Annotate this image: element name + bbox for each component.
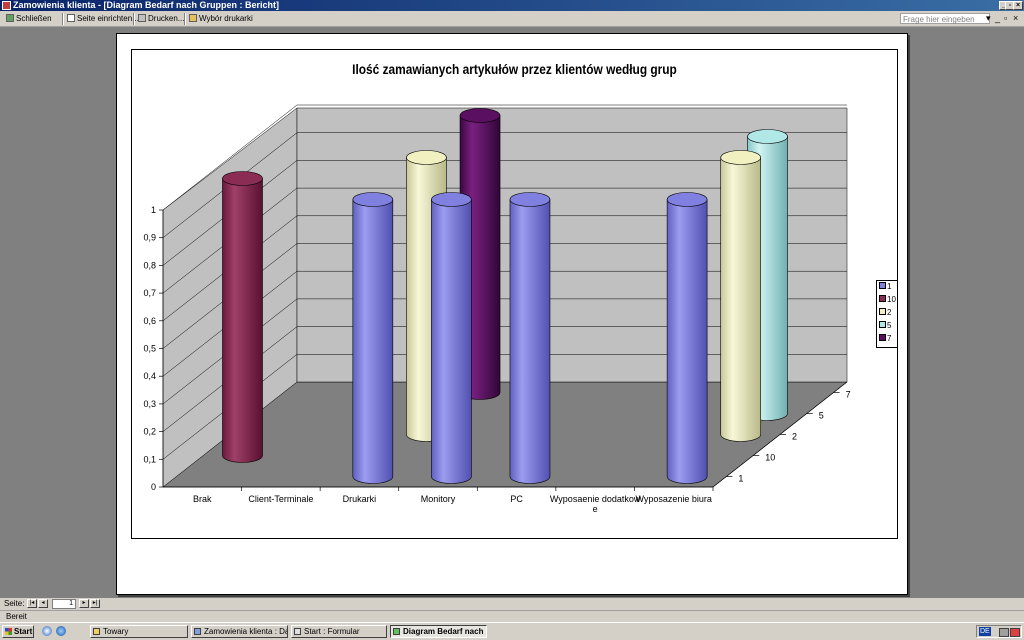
printer-icon [138, 14, 146, 22]
help-dropdown-icon[interactable]: ▾ [986, 13, 991, 24]
legend-swatch [879, 282, 886, 289]
taskbar-button-towary[interactable]: Towary [90, 625, 188, 638]
legend-item: 10 [879, 295, 896, 305]
legend-swatch [879, 308, 886, 315]
report-icon [393, 628, 400, 635]
print-preview-toolbar: Schließen Seite einrichten... Drucken...… [0, 11, 1024, 27]
first-page-button[interactable]: |◂ [27, 599, 37, 608]
window-title: Zamowienia klienta - [Diagram Bedarf nac… [13, 0, 280, 10]
windows-taskbar: Start Towary Zamowienia klienta : Dat...… [0, 622, 1024, 640]
page-setup-icon [67, 14, 75, 22]
toolbar-separator [184, 13, 186, 25]
last-page-button[interactable]: ▸| [90, 599, 100, 608]
volume-icon[interactable] [999, 628, 1009, 637]
taskbar-button-zamowienia[interactable]: Zamowienia klienta : Dat... [191, 625, 288, 638]
taskbar-button-diagram[interactable]: Diagram Bedarf nach ... [390, 625, 487, 638]
legend-label: 7 [887, 334, 892, 343]
window-titlebar: Zamowienia klienta - [Diagram Bedarf nac… [0, 0, 1024, 11]
database-window-icon [194, 628, 201, 635]
task-label: Zamowienia klienta : Dat... [204, 627, 287, 636]
windows-logo-icon [5, 628, 12, 635]
chart-title: Ilość zamawianych artykułów przez klient… [352, 61, 677, 77]
start-button[interactable]: Start [2, 625, 34, 638]
doc-close-button[interactable]: × [1013, 13, 1018, 24]
legend-swatch [879, 334, 886, 341]
legend-swatch [879, 295, 886, 302]
printer-select-button[interactable]: Wybór drukarki [189, 13, 253, 24]
legend-label: 2 [887, 308, 892, 317]
page-setup-label: Seite einrichten... [77, 14, 139, 23]
task-label: Towary [103, 627, 129, 636]
legend-label: 10 [887, 295, 896, 304]
legend-label: 5 [887, 321, 892, 330]
print-button[interactable]: Drucken... [138, 13, 184, 24]
printer-select-label: Wybór drukarki [199, 14, 253, 23]
internet-explorer-icon[interactable] [56, 626, 66, 636]
toolbar-separator [133, 13, 135, 25]
chart-legend: 1 10 2 5 7 [876, 280, 898, 348]
system-tray: DE [976, 625, 1022, 638]
doc-restore-button[interactable]: ▫ [1004, 13, 1007, 24]
show-desktop-icon[interactable] [42, 626, 52, 636]
taskbar-button-start-formular[interactable]: Start : Formular [291, 625, 387, 638]
help-search-input[interactable]: Frage hier eingeben [900, 13, 990, 24]
close-preview-icon [6, 14, 14, 22]
task-label: Start : Formular [304, 627, 360, 636]
page-label: Seite: [4, 599, 25, 608]
legend-item: 5 [879, 321, 891, 331]
chart-frame [131, 49, 898, 539]
close-label: Schließen [16, 14, 52, 23]
access-app-icon[interactable] [2, 1, 11, 10]
toolbar-separator [62, 13, 64, 25]
next-page-button[interactable]: ▸ [79, 599, 89, 608]
legend-item: 7 [879, 334, 891, 344]
language-indicator[interactable]: DE [979, 627, 991, 636]
status-bar: Bereit [0, 610, 1024, 622]
page-number-input[interactable]: 1 [52, 599, 76, 609]
doc-minimize-button[interactable]: _ [995, 13, 1000, 24]
legend-swatch [879, 321, 886, 328]
form-icon [294, 628, 301, 635]
close-window-button[interactable]: × [1013, 1, 1023, 10]
printer-select-icon [189, 14, 197, 22]
previous-page-button[interactable]: ◂ [38, 599, 48, 608]
start-label: Start [14, 627, 33, 636]
record-navigation-bar: Seite: |◂ ◂ 1 ▸ ▸| [0, 598, 1024, 610]
task-label: Diagram Bedarf nach ... [403, 627, 487, 636]
folder-icon [93, 628, 100, 635]
legend-item: 2 [879, 308, 891, 318]
status-text: Bereit [6, 612, 27, 621]
close-preview-button[interactable]: Schließen [6, 13, 52, 24]
legend-label: 1 [887, 282, 892, 291]
tray-status-icon[interactable] [1010, 628, 1020, 637]
print-label: Drucken... [148, 14, 185, 23]
page-setup-button[interactable]: Seite einrichten... [67, 13, 139, 24]
legend-item: 1 [879, 282, 891, 292]
